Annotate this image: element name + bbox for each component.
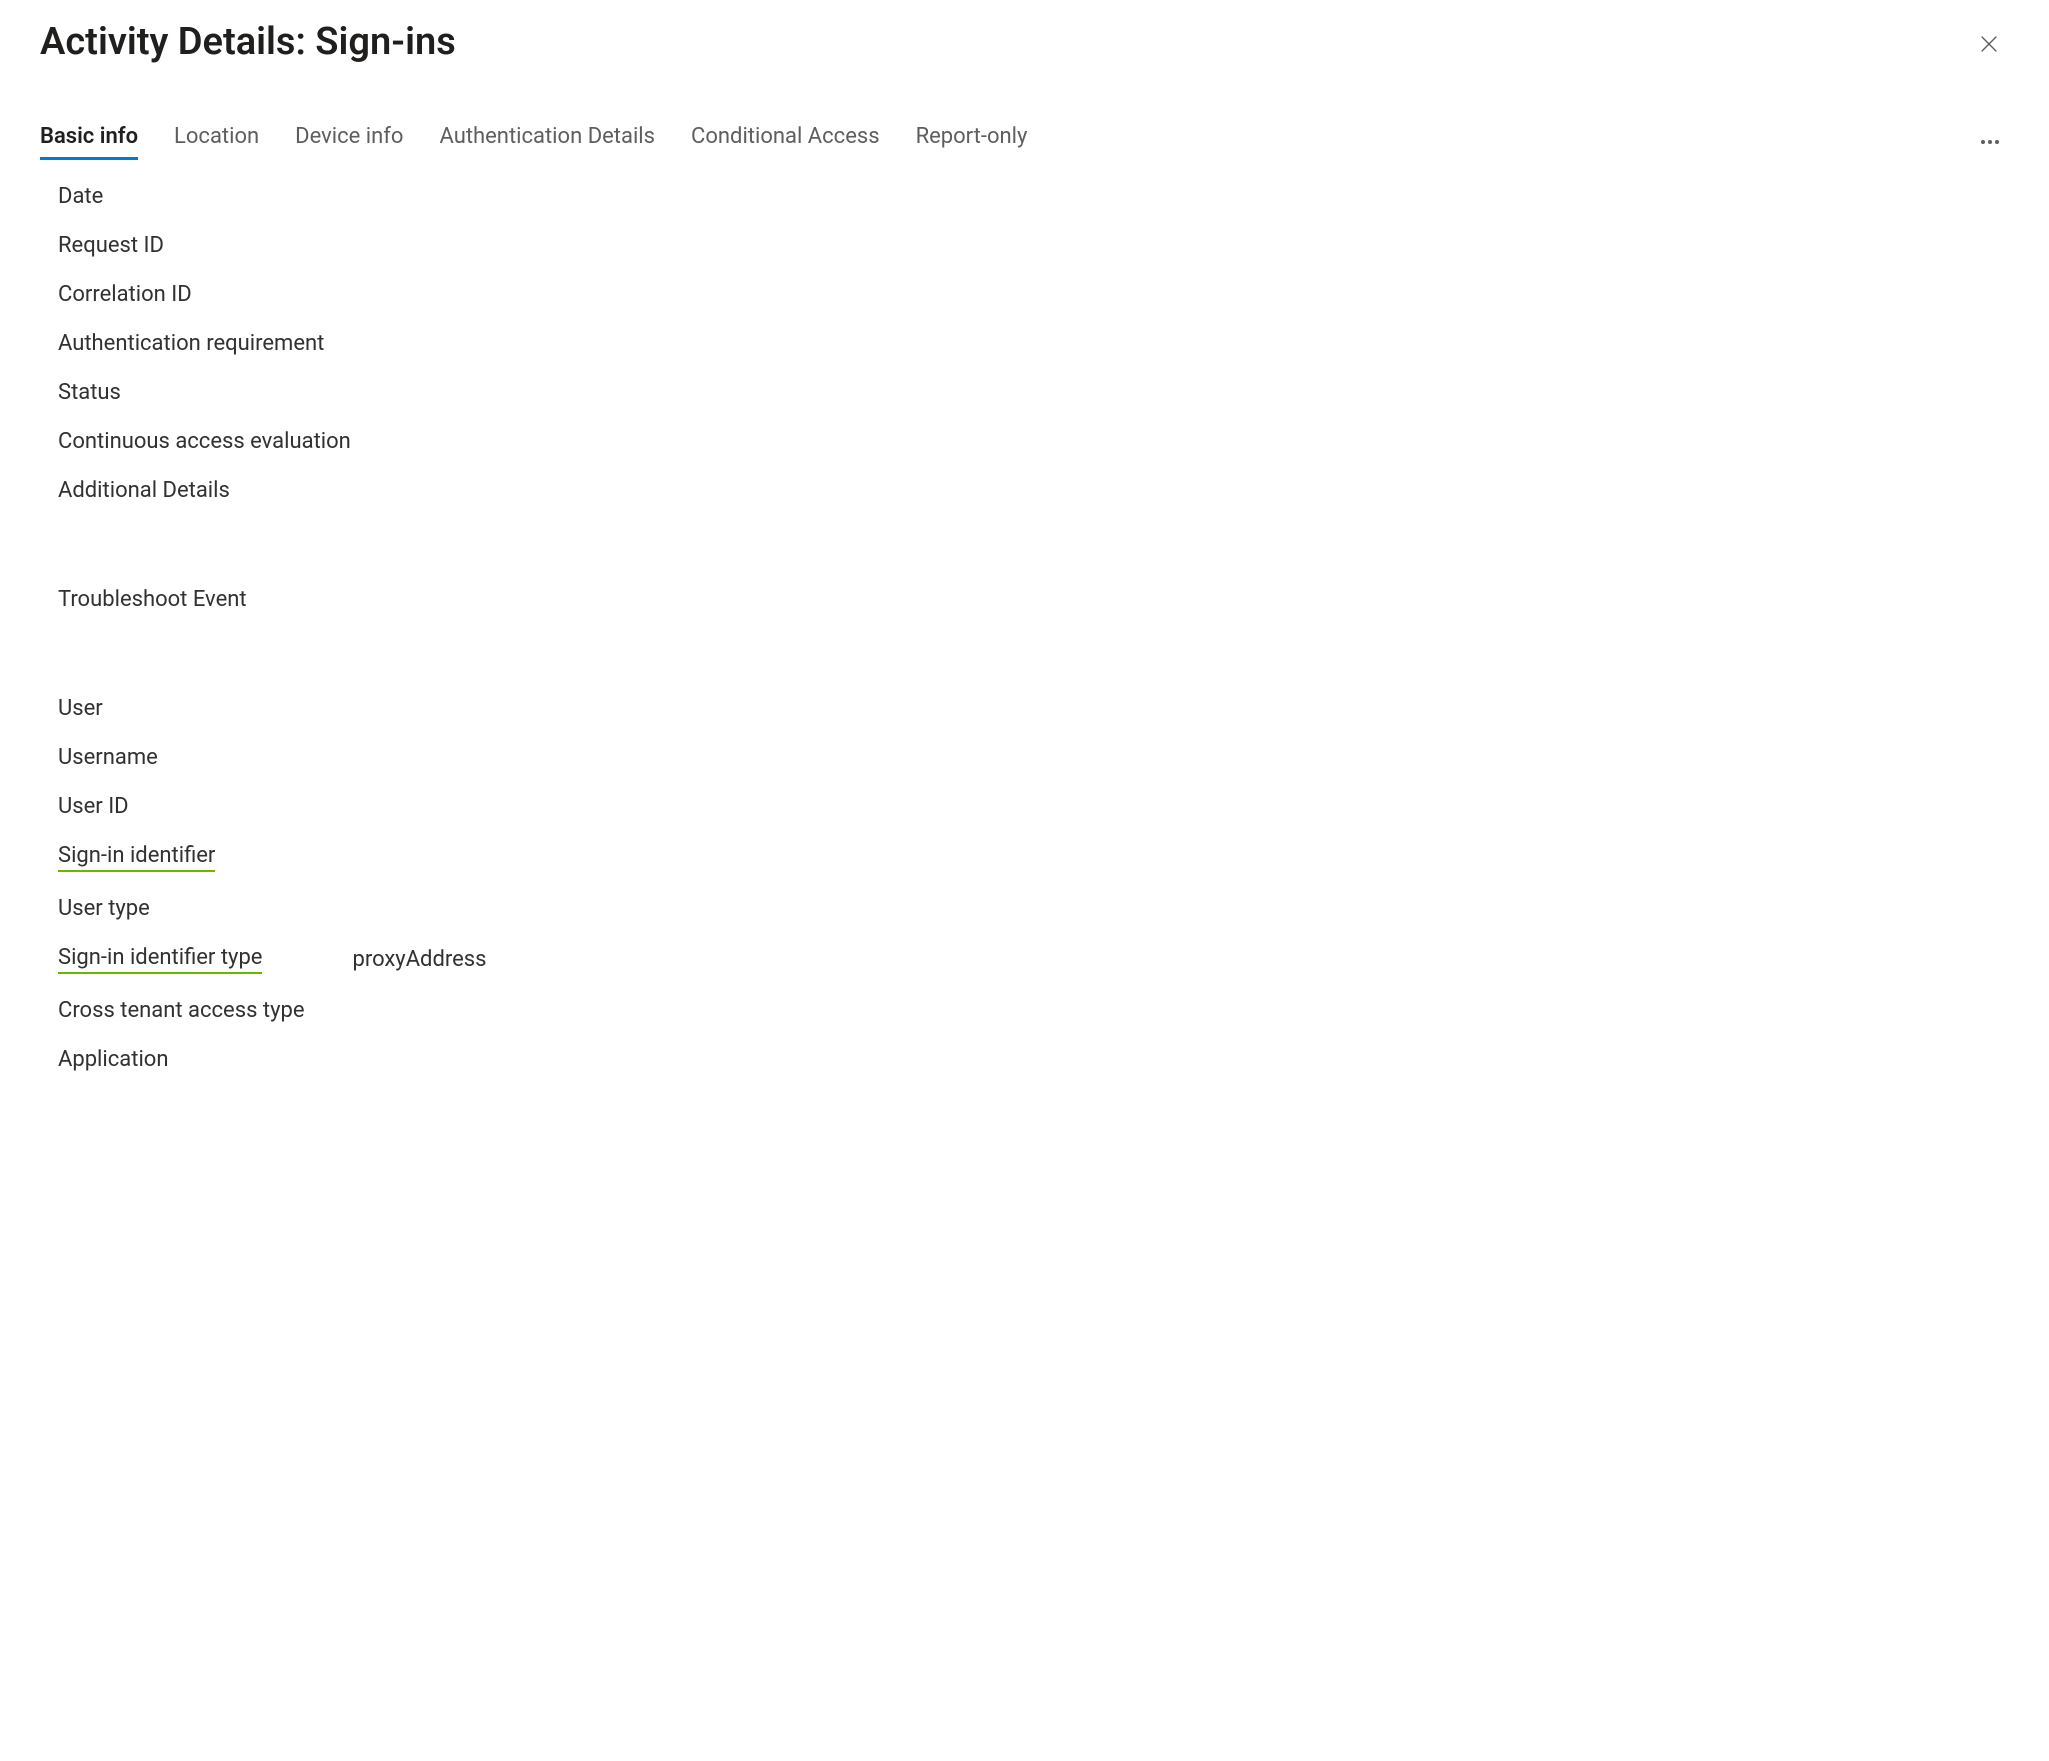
ellipsis-icon xyxy=(1995,140,1999,144)
field-label-username: Username xyxy=(58,745,158,770)
field-row: Sign-in identifier xyxy=(58,843,2009,872)
ellipsis-icon xyxy=(1988,140,1992,144)
field-label-request-id: Request ID xyxy=(58,233,164,258)
tabs-container: Basic info Location Device info Authenti… xyxy=(40,124,1027,160)
ellipsis-icon xyxy=(1981,140,1985,144)
field-row: Sign-in identifier type proxyAddress xyxy=(58,945,2009,974)
field-row: Troubleshoot Event xyxy=(58,587,2009,612)
field-label-auth-requirement: Authentication requirement xyxy=(58,331,324,356)
field-value-signin-identifier-type: proxyAddress xyxy=(352,947,486,972)
field-label-troubleshoot-event: Troubleshoot Event xyxy=(58,587,247,612)
tab-location[interactable]: Location xyxy=(174,124,259,160)
tabs-row: Basic info Location Device info Authenti… xyxy=(40,124,2009,160)
more-tabs-button[interactable] xyxy=(1971,134,2009,150)
tab-device-info[interactable]: Device info xyxy=(295,124,403,160)
field-row: Status xyxy=(58,380,2009,405)
section-gap xyxy=(58,636,2009,696)
field-label-user: User xyxy=(58,696,103,721)
tab-authentication-details[interactable]: Authentication Details xyxy=(439,124,655,160)
field-row: User ID xyxy=(58,794,2009,819)
field-row: User xyxy=(58,696,2009,721)
field-row: Username xyxy=(58,745,2009,770)
tab-conditional-access[interactable]: Conditional Access xyxy=(691,124,880,160)
field-row: Cross tenant access type xyxy=(58,998,2009,1023)
field-label-user-type: User type xyxy=(58,896,150,921)
section-gap xyxy=(58,527,2009,587)
field-label-correlation-id: Correlation ID xyxy=(58,282,192,307)
field-row: Request ID xyxy=(58,233,2009,258)
field-row: Date xyxy=(58,184,2009,209)
field-label-application: Application xyxy=(58,1047,168,1072)
field-label-user-id: User ID xyxy=(58,794,129,819)
close-icon xyxy=(1978,33,2000,55)
basic-info-content: Date Request ID Correlation ID Authentic… xyxy=(40,184,2009,1072)
field-label-date: Date xyxy=(58,184,103,209)
tab-report-only[interactable]: Report-only xyxy=(916,124,1028,160)
panel-header: Activity Details: Sign-ins xyxy=(40,20,2009,64)
field-row: Correlation ID xyxy=(58,282,2009,307)
close-button[interactable] xyxy=(1969,24,2009,64)
field-label-signin-identifier: Sign-in identifier xyxy=(58,843,215,872)
field-label-status: Status xyxy=(58,380,121,405)
field-row: Additional Details xyxy=(58,478,2009,503)
field-label-cae: Continuous access evaluation xyxy=(58,429,351,454)
field-row: User type xyxy=(58,896,2009,921)
field-label-signin-identifier-type: Sign-in identifier type xyxy=(58,945,262,974)
field-label-additional-details: Additional Details xyxy=(58,478,230,503)
field-label-cross-tenant: Cross tenant access type xyxy=(58,998,305,1023)
field-row: Authentication requirement xyxy=(58,331,2009,356)
field-row: Application xyxy=(58,1047,2009,1072)
tab-basic-info[interactable]: Basic info xyxy=(40,124,138,160)
page-title: Activity Details: Sign-ins xyxy=(40,20,456,64)
field-row: Continuous access evaluation xyxy=(58,429,2009,454)
